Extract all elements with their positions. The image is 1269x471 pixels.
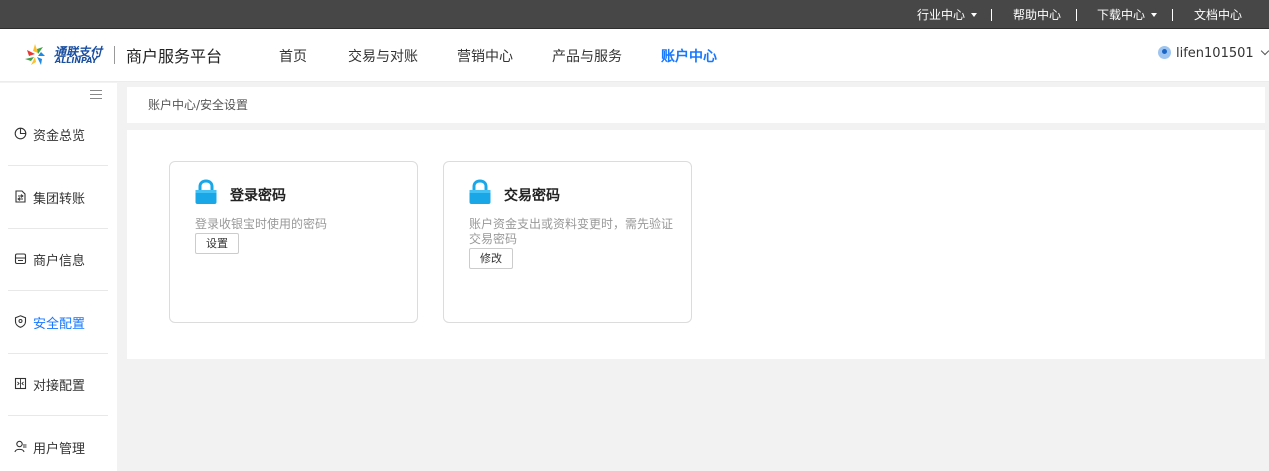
logo-divider: [114, 46, 115, 64]
main-header: 通联支付 ALLINPAY 商户服务平台 首页 交易与对账 营销中心 产品与服务…: [0, 29, 1269, 82]
download-center-label: 下载中心: [1097, 8, 1146, 22]
user-avatar-icon: [1158, 46, 1171, 59]
sidebar: 资金总览 集团转账 商户信息 安全配置 对接配置 用户管理: [0, 83, 117, 471]
logo-en-text: ALLINPAY: [55, 56, 98, 65]
sidebar-item-group-transfer[interactable]: 集团转账: [0, 187, 117, 207]
divider: [991, 9, 992, 21]
nav-home[interactable]: 首页: [279, 46, 307, 66]
docs-center-link[interactable]: 文档中心: [1194, 0, 1242, 29]
top-utility-bar: 行业中心 帮助中心 下载中心 文档中心: [0, 0, 1269, 29]
download-center-menu[interactable]: 下载中心: [1097, 0, 1158, 29]
login-password-card: 登录密码 登录收银宝时使用的密码 设置: [169, 161, 418, 323]
sidebar-item-fund-overview[interactable]: 资金总览: [0, 124, 117, 144]
sidebar-item-label: 对接配置: [33, 379, 86, 394]
shop-icon: [14, 253, 27, 265]
card-description: 账户资金支出或资料变更时，需先验证交易密码: [469, 217, 674, 246]
user-manage-icon: [14, 440, 27, 453]
divider: [8, 415, 108, 416]
sidebar-item-label: 商户信息: [33, 254, 86, 269]
username: lifen101501: [1176, 46, 1254, 61]
sidebar-item-label: 集团转账: [33, 192, 86, 207]
chevron-down-icon: [1260, 46, 1269, 55]
nav-transactions[interactable]: 交易与对账: [348, 46, 418, 66]
transaction-password-card: 交易密码 账户资金支出或资料变更时，需先验证交易密码 修改: [443, 161, 692, 323]
file-transfer-icon: [15, 190, 26, 203]
nav-marketing[interactable]: 营销中心: [457, 46, 513, 66]
security-settings-panel: 登录密码 登录收银宝时使用的密码 设置 交易密码 账户资金支出或资料变更时，需先…: [127, 130, 1265, 359]
user-menu[interactable]: lifen101501: [1158, 46, 1269, 61]
divider: [8, 165, 108, 166]
sidebar-item-integration[interactable]: 对接配置: [0, 374, 117, 394]
sidebar-item-label: 资金总览: [33, 129, 86, 144]
divider: [8, 353, 108, 354]
industry-center-label: 行业中心: [917, 8, 966, 22]
sidebar-item-user-management[interactable]: 用户管理: [0, 437, 117, 457]
divider: [8, 228, 108, 229]
platform-title: 商户服务平台: [126, 47, 223, 66]
breadcrumb: 账户中心/安全设置: [148, 98, 249, 112]
card-title: 交易密码: [504, 188, 560, 204]
divider: [1076, 9, 1077, 21]
help-center-link[interactable]: 帮助中心: [1013, 0, 1061, 29]
set-login-password-button[interactable]: 设置: [195, 233, 239, 254]
nav-products[interactable]: 产品与服务: [552, 46, 622, 66]
industry-center-menu[interactable]: 行业中心: [917, 0, 978, 29]
sidebar-item-security[interactable]: 安全配置: [0, 312, 117, 332]
card-description: 登录收银宝时使用的密码: [195, 217, 328, 231]
lock-icon: [195, 179, 217, 204]
sidebar-item-label: 安全配置: [33, 317, 86, 332]
divider: [1172, 9, 1173, 21]
pie-chart-icon: [14, 127, 27, 140]
modify-transaction-password-button[interactable]: 修改: [469, 248, 513, 269]
sidebar-item-label: 用户管理: [33, 442, 86, 457]
caret-down-icon: [971, 12, 978, 17]
caret-down-icon: [1151, 12, 1158, 17]
breadcrumb-bar: 账户中心/安全设置: [127, 87, 1265, 123]
nav-account-center[interactable]: 账户中心: [661, 46, 717, 66]
shield-icon: [14, 315, 27, 328]
integration-icon: [14, 377, 27, 390]
card-title: 登录密码: [230, 188, 286, 204]
sidebar-item-merchant-info[interactable]: 商户信息: [0, 249, 117, 269]
menu-toggle-icon[interactable]: [90, 90, 102, 100]
divider: [8, 290, 108, 291]
lock-icon: [469, 179, 491, 204]
